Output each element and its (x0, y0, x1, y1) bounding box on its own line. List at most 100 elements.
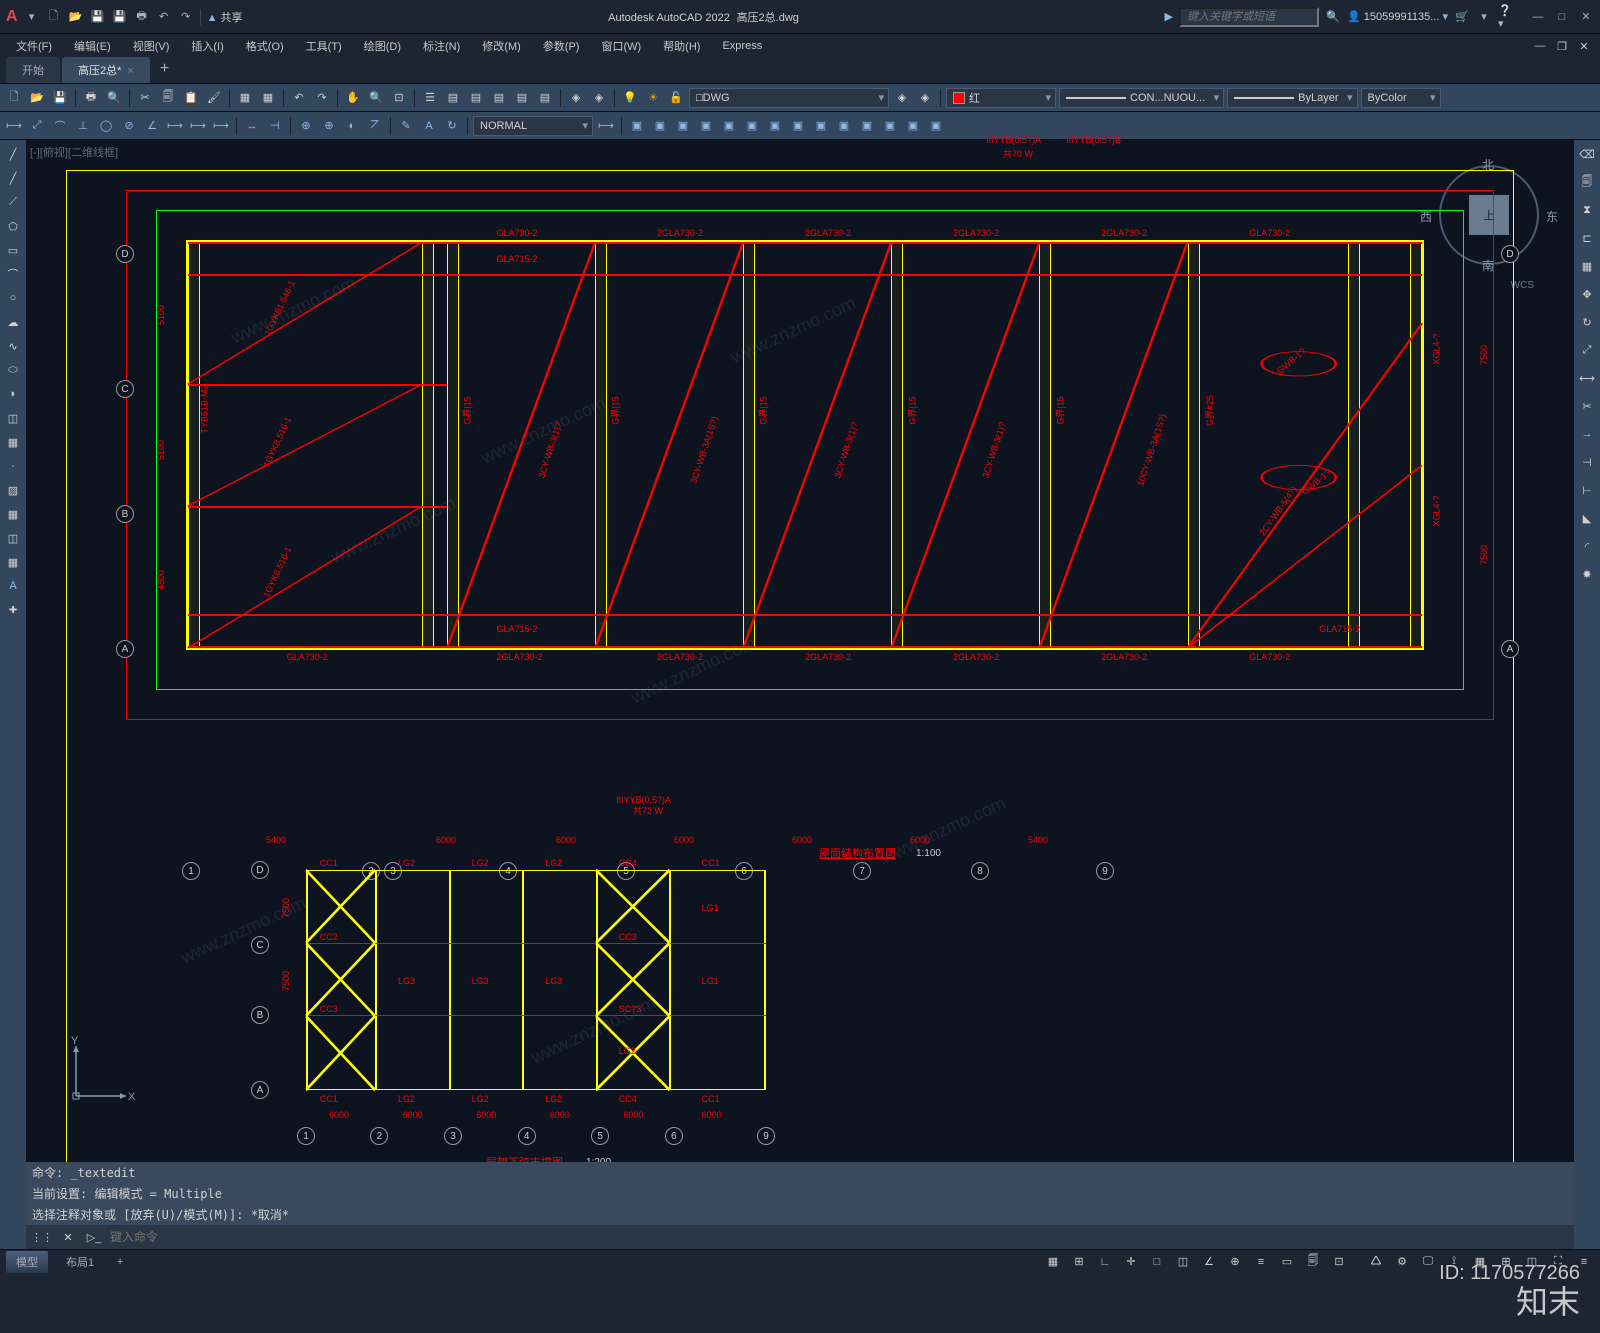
drawing-canvas[interactable]: [-][俯视][二维线框] 上 北 南 西 东 WCS (26, 140, 1574, 1249)
block-icon[interactable]: ▦ (235, 88, 255, 108)
join-icon[interactable]: ⊢ (1577, 480, 1597, 500)
erase-icon[interactable]: ⌫ (1577, 144, 1597, 164)
t9-icon[interactable]: ▣ (811, 116, 831, 136)
block2-icon[interactable]: ▦ (258, 88, 278, 108)
block-icon[interactable]: ▦ (3, 432, 23, 452)
tab-document[interactable]: 高压2总* (62, 57, 150, 83)
t12-icon[interactable]: ▣ (880, 116, 900, 136)
t10-icon[interactable]: ▣ (834, 116, 854, 136)
addsel-icon[interactable]: 🞦 (3, 600, 23, 620)
doc-restore-icon[interactable]: ❐ (1552, 38, 1572, 54)
doc-min-icon[interactable]: — (1530, 38, 1550, 54)
paste-icon[interactable]: 📋 (181, 88, 201, 108)
sb-lwt-icon[interactable]: ≡ (1251, 1252, 1271, 1272)
layeriso-icon[interactable]: ◈ (915, 88, 935, 108)
circle-icon[interactable]: ○ (3, 288, 23, 308)
dc-icon[interactable]: ▤ (443, 88, 463, 108)
saveas-icon[interactable]: 💾 (112, 9, 128, 25)
spline-icon[interactable]: ∿ (3, 336, 23, 356)
revcloud-icon[interactable]: ☁ (3, 312, 23, 332)
sb-ortho-icon[interactable]: ∟ (1095, 1252, 1115, 1272)
pan-icon[interactable]: ✋ (343, 88, 363, 108)
tab-model[interactable]: 模型 (6, 1251, 48, 1273)
sb-polar-icon[interactable]: ✛ (1121, 1252, 1141, 1272)
open-icon[interactable]: 📂 (68, 9, 84, 25)
dim-space-icon[interactable]: ↔ (242, 116, 262, 136)
menu-edit[interactable]: 编辑(E) (64, 35, 121, 57)
a360-icon[interactable]: 🛒 (1454, 9, 1470, 25)
layer-sun-icon[interactable]: ☀ (643, 88, 663, 108)
mirror-icon[interactable]: ⧗ (1577, 200, 1597, 220)
array-icon[interactable]: ▦ (1577, 256, 1597, 276)
layer-bulb-icon[interactable]: 💡 (620, 88, 640, 108)
save-icon[interactable]: 💾 (90, 9, 106, 25)
sb-ws-icon[interactable]: ⚙ (1392, 1252, 1412, 1272)
undo-icon[interactable]: ↶ (289, 88, 309, 108)
tp-icon[interactable]: ▤ (466, 88, 486, 108)
extend-icon[interactable]: → (1577, 424, 1597, 444)
t8-icon[interactable]: ▣ (788, 116, 808, 136)
open-icon[interactable]: 📂 (27, 88, 47, 108)
insert-icon[interactable]: ◫ (3, 408, 23, 428)
center-icon[interactable]: ⊕ (319, 116, 339, 136)
point-icon[interactable]: · (3, 456, 23, 476)
hatch-icon[interactable]: ▨ (3, 480, 23, 500)
sb-3dosnap-icon[interactable]: ◫ (1173, 1252, 1193, 1272)
print-icon[interactable]: 🖶 (81, 88, 101, 108)
help-icon[interactable]: ❔ ▾ (1498, 9, 1514, 25)
dimedit-icon[interactable]: ✎ (396, 116, 416, 136)
dim-rad-icon[interactable]: ◯ (96, 116, 116, 136)
mtext-icon[interactable]: A (3, 576, 23, 596)
tab-start[interactable]: 开始 (6, 57, 60, 83)
offset-icon[interactable]: ⊏ (1577, 228, 1597, 248)
t3-icon[interactable]: ▣ (673, 116, 693, 136)
xline-icon[interactable]: ╱ (3, 168, 23, 188)
layerp-icon[interactable]: ◈ (892, 88, 912, 108)
t13-icon[interactable]: ▣ (903, 116, 923, 136)
sb-ann-icon[interactable]: 🛆 (1366, 1252, 1386, 1272)
t4-icon[interactable]: ▣ (696, 116, 716, 136)
table-icon[interactable]: ▦ (3, 552, 23, 572)
tol-icon[interactable]: ⊕ (296, 116, 316, 136)
dimupd-icon[interactable]: ↻ (442, 116, 462, 136)
dim-arc-icon[interactable]: ⌒ (50, 116, 70, 136)
rect-icon[interactable]: ▭ (3, 240, 23, 260)
dimstyle-icon[interactable]: ⟼ (596, 116, 616, 136)
plotstyle-combo[interactable]: ByColor (1361, 88, 1441, 108)
save-icon[interactable]: 💾 (50, 88, 70, 108)
t11-icon[interactable]: ▣ (857, 116, 877, 136)
cut-icon[interactable]: ✂ (135, 88, 155, 108)
user-button[interactable]: 👤 15059991135... ▾ (1347, 10, 1448, 23)
zoomw-icon[interactable]: ⊡ (389, 88, 409, 108)
rotate-icon[interactable]: ↻ (1577, 312, 1597, 332)
lineweight-combo[interactable]: ByLayer (1227, 88, 1357, 108)
menu-insert[interactable]: 插入(I) (181, 35, 233, 57)
copy-icon[interactable]: 🗐 (158, 88, 178, 108)
chamfer-icon[interactable]: ◣ (1577, 508, 1597, 528)
t5-icon[interactable]: ▣ (719, 116, 739, 136)
maximize-icon[interactable]: □ (1554, 9, 1570, 25)
sb-snap-icon[interactable]: ⊞ (1069, 1252, 1089, 1272)
dim-ang-icon[interactable]: ∠ (142, 116, 162, 136)
scale-icon[interactable]: ⤢ (1577, 340, 1597, 360)
menu-tools[interactable]: 工具(T) (296, 35, 352, 57)
dim-cont-icon[interactable]: ⟼ (211, 116, 231, 136)
cmd-handle-icon[interactable]: ⋮⋮ (32, 1227, 52, 1247)
polygon-icon[interactable]: ⬠ (3, 216, 23, 236)
layer-lock-icon[interactable]: 🔓 (666, 88, 686, 108)
dim-linear-icon[interactable]: ⟼ (4, 116, 24, 136)
t6-icon[interactable]: ▣ (742, 116, 762, 136)
arc-icon[interactable]: ⌒ (3, 264, 23, 284)
tab-new-icon[interactable]: + (152, 55, 177, 83)
qc-icon[interactable]: ▤ (535, 88, 555, 108)
search-icon[interactable]: 🔍 (1325, 9, 1341, 25)
menu-window[interactable]: 窗口(W) (591, 35, 651, 57)
menu-draw[interactable]: 绘图(D) (354, 35, 411, 57)
share-link[interactable]: ▲ 共享 (207, 9, 243, 25)
sb-monitor-icon[interactable]: 🖵 (1418, 1252, 1438, 1272)
zoom-icon[interactable]: 🔍 (366, 88, 386, 108)
minimize-icon[interactable]: — (1530, 9, 1546, 25)
t7-icon[interactable]: ▣ (765, 116, 785, 136)
line-icon[interactable]: ╱ (3, 144, 23, 164)
sb-dyn-icon[interactable]: ⊕ (1225, 1252, 1245, 1272)
